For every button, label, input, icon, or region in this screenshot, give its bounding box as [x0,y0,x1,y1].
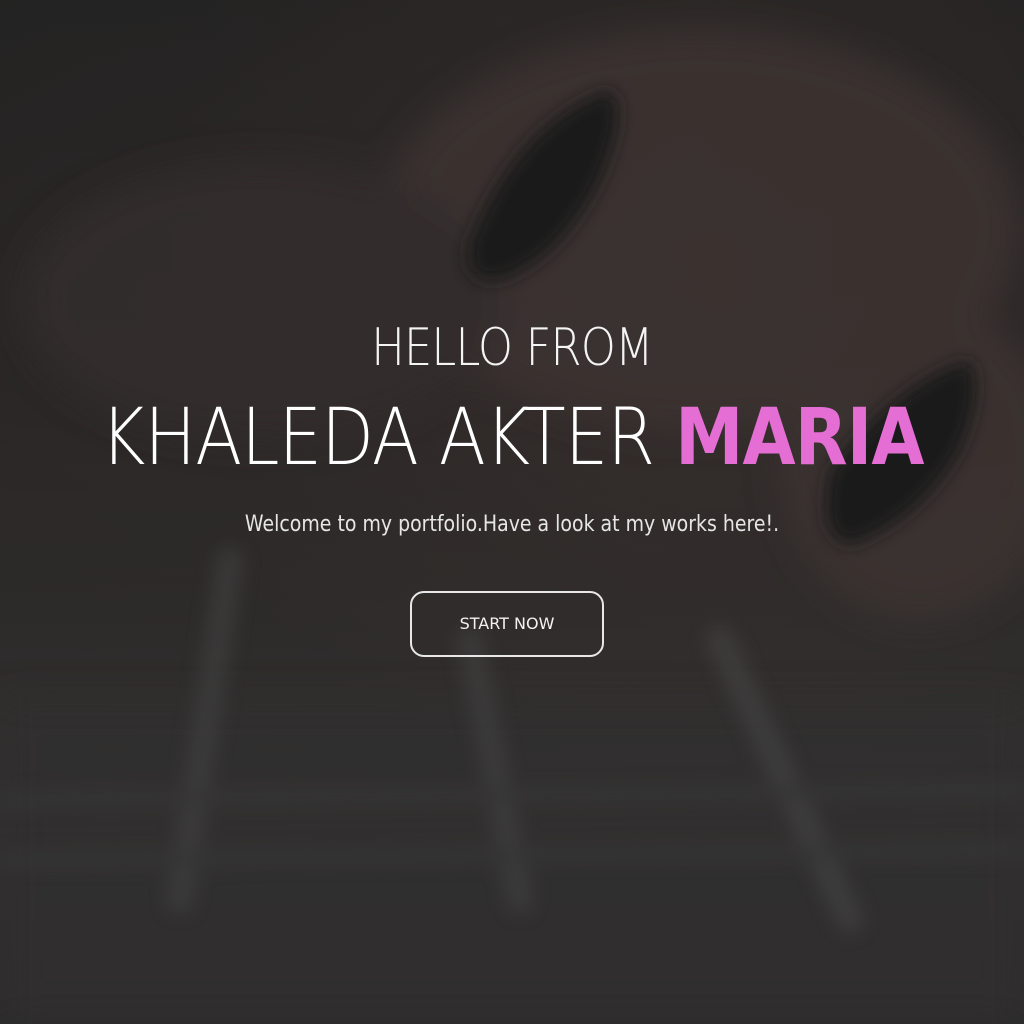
hero-name-accent: MARIA [675,393,924,483]
hero-name-first: KHALEDA AKTER [100,393,655,483]
start-now-button[interactable]: START NOW [410,591,604,657]
hero-content: HELLO FROM KHALEDA AKTER MARIA Welcome t… [0,0,1024,1024]
hero-tagline: Welcome to my portfolio.Have a look at m… [244,512,780,537]
hero-greeting: HELLO FROM [371,318,653,378]
hero-name: KHALEDA AKTER MARIA [61,390,962,486]
hero-section: HELLO FROM KHALEDA AKTER MARIA Welcome t… [0,0,1024,1024]
